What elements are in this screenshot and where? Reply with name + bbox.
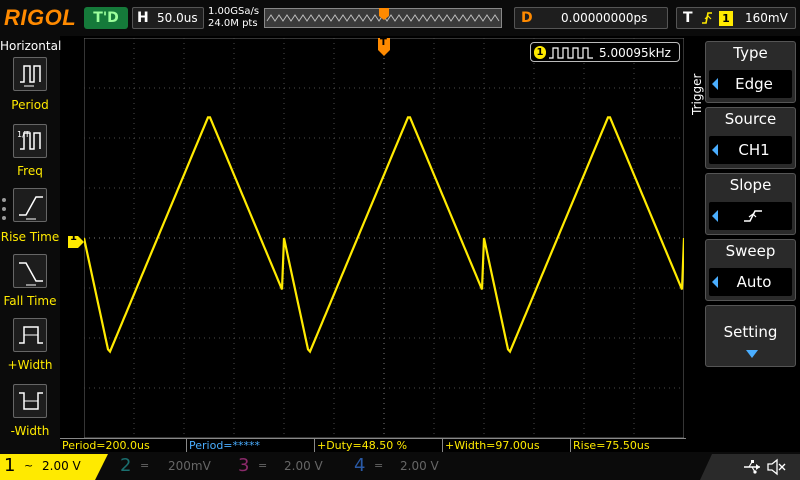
delay-box[interactable]: D 0.00000000ps <box>514 7 668 29</box>
left-menu-title: Horizontal <box>0 39 62 53</box>
period-label[interactable]: Period <box>0 98 60 112</box>
ch4-coupling: = <box>374 459 384 472</box>
measurement-period[interactable]: Period=200.0us <box>60 438 186 452</box>
trigger-type-value: Edge <box>735 75 773 93</box>
square-wave-icon <box>549 47 593 59</box>
trigger-level: 160mV <box>745 11 788 25</box>
rising-edge-trigger-icon <box>702 12 712 24</box>
ch3-scale: 2.00 V <box>284 459 323 473</box>
freq-label[interactable]: Freq <box>0 164 60 178</box>
positive-width-label[interactable]: +Width <box>0 358 60 372</box>
ch1-offset-marker[interactable]: 1 <box>68 232 84 248</box>
ch1-number: 1 <box>4 455 16 476</box>
ch4-status[interactable]: 4 = 2.00 V <box>352 455 456 479</box>
rising-edge-icon <box>744 210 762 222</box>
page-dot <box>2 198 6 202</box>
waveform-display[interactable] <box>84 38 684 438</box>
measurement-rise-time[interactable]: Rise=75.50us <box>570 438 686 452</box>
sample-rate: 1.00GSa/s <box>208 6 260 17</box>
trigger-source-menu[interactable]: Source CH1 <box>705 107 796 169</box>
ch4-scale: 2.00 V <box>400 459 439 473</box>
ch1-scale: 2.00 V <box>42 459 81 473</box>
trigger-source-value: CH1 <box>738 141 770 159</box>
trigger-slope-value-box[interactable] <box>709 202 792 230</box>
rise-time-label[interactable]: Rise Time <box>0 230 60 244</box>
ch4-number: 4 <box>354 455 366 476</box>
negative-width-label[interactable]: -Width <box>0 424 60 438</box>
fall-time-icon[interactable] <box>13 254 47 288</box>
trigger-setting-menu[interactable]: Setting <box>705 305 796 367</box>
ch1-offset-label: 1 <box>70 232 77 243</box>
trigger-sweep-value-box[interactable]: Auto <box>709 268 792 296</box>
fall-time-label[interactable]: Fall Time <box>0 294 60 308</box>
left-arrow-icon <box>712 210 718 222</box>
trigger-setting-title: Setting <box>723 323 778 341</box>
memory-overview-bar[interactable] <box>264 8 502 28</box>
chevron-down-icon <box>746 350 758 358</box>
left-arrow-icon <box>712 276 718 288</box>
trigger-slope-menu[interactable]: Slope <box>705 173 796 235</box>
left-arrow-icon <box>712 144 718 156</box>
trigger-position-marker[interactable]: T <box>378 37 390 56</box>
ch2-number: 2 <box>120 455 132 476</box>
period-icon[interactable] <box>13 57 47 91</box>
frequency-counter: 1 5.00095kHz <box>530 42 680 62</box>
measurement-period-ch2[interactable]: Period=***** <box>186 438 314 452</box>
trigger-source-value-box[interactable]: CH1 <box>709 136 792 164</box>
ch2-status[interactable]: 2 = 200mV <box>118 455 222 479</box>
usb-icon <box>744 460 760 474</box>
acquisition-info: 1.00GSa/s 24.0M pts <box>208 6 259 30</box>
positive-width-icon[interactable] <box>13 318 47 352</box>
measurement-duty[interactable]: +Duty=48.50 % <box>314 438 442 452</box>
ch3-coupling: = <box>258 459 268 472</box>
horizontal-key-label: H <box>137 10 149 26</box>
freq-counter-channel-badge: 1 <box>534 46 546 59</box>
trigger-type-menu[interactable]: Type Edge <box>705 41 796 103</box>
right-menu-title: Trigger <box>690 73 704 115</box>
speaker-muted-icon[interactable] <box>766 458 786 476</box>
trigger-type-title: Type <box>733 44 768 62</box>
trigger-sweep-menu[interactable]: Sweep Auto <box>705 239 796 301</box>
trigger-sweep-title: Sweep <box>725 242 776 260</box>
page-dot <box>2 207 6 211</box>
trigger-slope-title: Slope <box>729 176 772 194</box>
trigger-source-title: Source <box>724 110 777 128</box>
ch2-coupling: = <box>140 459 150 472</box>
delay-value: 0.00000000ps <box>561 11 648 25</box>
memory-depth: 24.0M pts <box>208 18 258 29</box>
brand-logo: RIGOL <box>4 5 77 30</box>
ch3-number: 3 <box>238 455 250 476</box>
page-dot <box>2 216 6 220</box>
trigger-type-value-box[interactable]: Edge <box>709 70 792 98</box>
trigger-sweep-value: Auto <box>736 273 772 291</box>
negative-width-icon[interactable] <box>13 384 47 418</box>
svg-text:1/T: 1/T <box>17 130 30 139</box>
memory-trigger-marker <box>379 8 389 20</box>
ch3-status[interactable]: 3 = 2.00 V <box>236 455 340 479</box>
horizontal-timebase-box[interactable]: H 50.0us <box>132 7 204 29</box>
frequency-readout: 5.00095kHz <box>599 46 671 60</box>
ch1-coupling: ~ <box>24 459 34 472</box>
ch2-scale: 200mV <box>168 459 211 473</box>
trigger-box[interactable]: T 1 160mV <box>676 7 796 29</box>
run-status-badge[interactable]: T'D <box>84 7 128 29</box>
ch1-status[interactable]: 1 ~ 2.00 V <box>2 455 106 479</box>
left-arrow-icon <box>712 78 718 90</box>
rise-time-icon[interactable] <box>13 188 47 222</box>
frequency-icon[interactable]: 1/T <box>13 124 47 158</box>
delay-key-label: D <box>521 10 533 26</box>
trigger-key-label: T <box>683 10 693 26</box>
trigger-source-badge: 1 <box>719 11 733 26</box>
timebase-value: 50.0us <box>157 11 198 25</box>
trigger-position-label: T <box>380 37 387 48</box>
measurement-positive-width[interactable]: +Width=97.00us <box>442 438 570 452</box>
